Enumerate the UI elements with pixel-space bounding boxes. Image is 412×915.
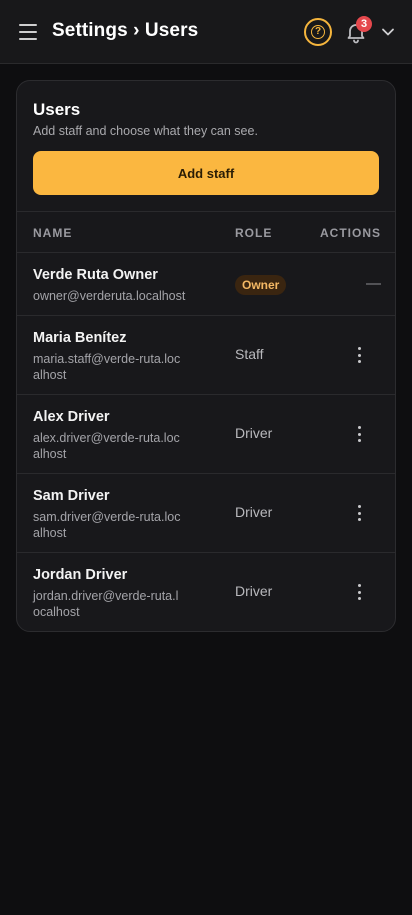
table-row: Maria Benítez maria.staff@verde-ruta.loc… <box>17 316 395 395</box>
table-row: Jordan Driver jordan.driver@verde-ruta.l… <box>17 553 395 631</box>
table-row: Alex Driver alex.driver@verde-ruta.local… <box>17 395 395 474</box>
top-bar: Settings › Users ? 3 <box>0 0 412 64</box>
table-header: NAME ROLE ACTIONS <box>17 211 395 253</box>
user-role: Driver <box>235 425 273 441</box>
hamburger-icon[interactable] <box>19 24 37 40</box>
user-name: Maria Benítez <box>33 330 127 346</box>
no-action-dash: — <box>366 275 381 292</box>
page-title: Settings › Users <box>52 20 199 41</box>
user-name: Jordan Driver <box>33 567 128 583</box>
user-email: alex.driver@verde-ruta.localhost <box>33 431 180 461</box>
role-badge-owner: Owner <box>235 275 287 295</box>
kebab-menu-icon[interactable] <box>349 582 369 602</box>
user-email: sam.driver@verde-ruta.localhost <box>33 510 181 540</box>
kebab-menu-icon[interactable] <box>349 345 369 365</box>
account-menu-button[interactable] <box>380 25 396 39</box>
user-name: Verde Ruta Owner <box>33 267 158 283</box>
user-name: Sam Driver <box>33 488 110 504</box>
card-subtitle: Add staff and choose what they can see. <box>33 124 258 138</box>
help-button[interactable]: ? <box>304 18 332 46</box>
notification-count-badge: 3 <box>356 16 372 32</box>
user-role: Staff <box>235 346 264 362</box>
kebab-menu-icon[interactable] <box>349 424 369 444</box>
table-row: Verde Ruta Owner owner@verderuta.localho… <box>17 253 395 316</box>
user-role: Driver <box>235 504 273 520</box>
users-card: Users Add staff and choose what they can… <box>16 80 396 632</box>
table-row: Sam Driver sam.driver@verde-ruta.localho… <box>17 474 395 553</box>
user-email: maria.staff@verde-ruta.localhost <box>33 352 181 382</box>
user-email: jordan.driver@verde-ruta.localhost <box>33 589 179 619</box>
column-header-role: ROLE <box>235 226 273 240</box>
user-email: owner@verderuta.localhost <box>33 289 186 303</box>
user-name: Alex Driver <box>33 409 110 425</box>
user-role: Driver <box>235 583 273 599</box>
kebab-menu-icon[interactable] <box>349 503 369 523</box>
question-circle-icon: ? <box>311 25 325 39</box>
column-header-actions: ACTIONS <box>320 226 381 240</box>
chevron-down-icon <box>382 28 394 36</box>
card-title: Users <box>33 100 81 119</box>
users-table-body: Verde Ruta Owner owner@verderuta.localho… <box>17 253 395 631</box>
add-staff-button[interactable]: Add staff <box>33 151 379 195</box>
column-header-name: NAME <box>33 226 73 240</box>
